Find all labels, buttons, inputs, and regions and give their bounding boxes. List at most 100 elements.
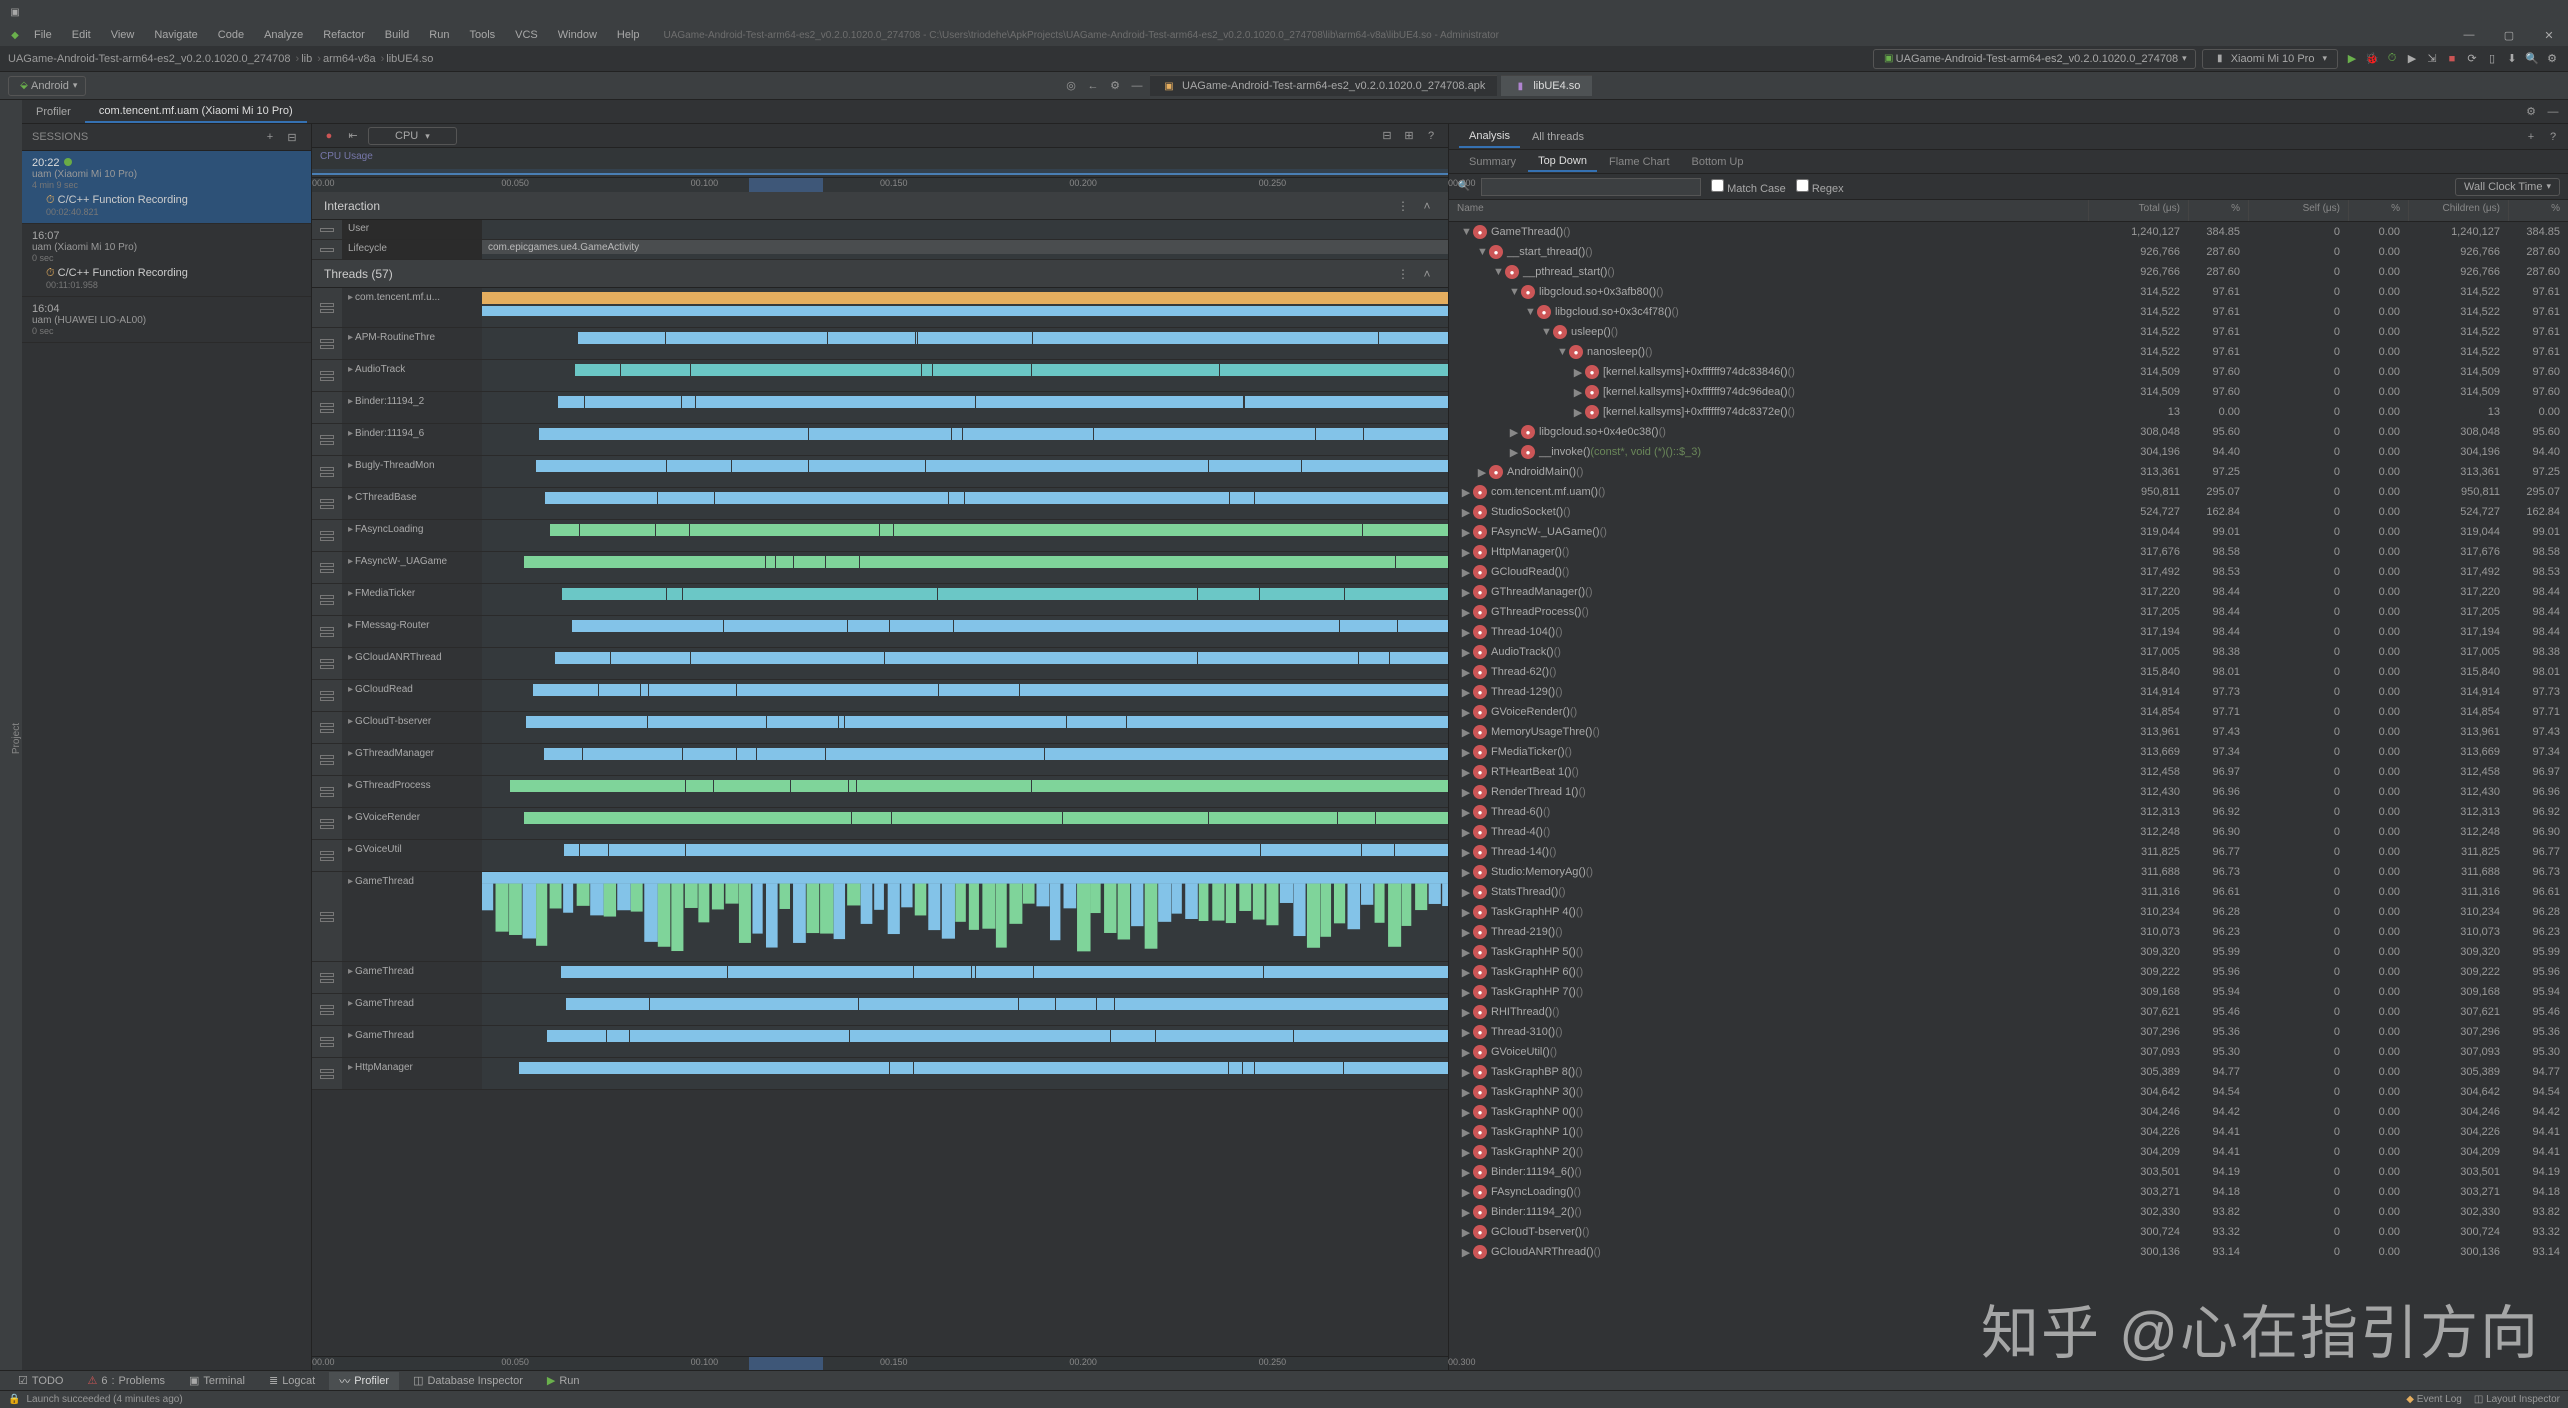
- btab-database[interactable]: ◫Database Inspector: [403, 1373, 533, 1388]
- close-button[interactable]: ✕: [2530, 29, 2568, 42]
- thread-track[interactable]: ▸GCloudANRThread: [312, 648, 1448, 680]
- tree-row[interactable]: ▶●Thread-104() () 317,19498.44 00.00 317…: [1449, 622, 2568, 642]
- match-case-check[interactable]: Match Case: [1711, 179, 1786, 195]
- collapse-icon[interactable]: ˄: [1418, 197, 1436, 215]
- tree-row[interactable]: ▼●__pthread_start() () 926,766287.60 00.…: [1449, 262, 2568, 282]
- thread-track[interactable]: ▸GCloudT-bserver: [312, 712, 1448, 744]
- tree-row[interactable]: ▶●GCloudANRThread() () 300,13693.14 00.0…: [1449, 1242, 2568, 1262]
- tree-row[interactable]: ▶●com.tencent.mf.uam() () 950,811295.07 …: [1449, 482, 2568, 502]
- col-pct[interactable]: %: [2188, 200, 2248, 221]
- tree-row[interactable]: ▶●Binder:11194_6() () 303,50194.19 00.00…: [1449, 1162, 2568, 1182]
- tree-row[interactable]: ▶●Thread-4() () 312,24896.90 00.00 312,2…: [1449, 822, 2568, 842]
- regex-check[interactable]: Regex: [1796, 179, 1844, 195]
- tree-row[interactable]: ▶●libgcloud.so+0x4e0c38() () 308,04895.6…: [1449, 422, 2568, 442]
- btab-run[interactable]: ▶Run: [537, 1373, 590, 1388]
- menu-file[interactable]: File: [26, 27, 60, 43]
- menu-vcs[interactable]: VCS: [507, 27, 546, 43]
- thread-track[interactable]: ▸CThreadBase: [312, 488, 1448, 520]
- tree-row[interactable]: ▼●__start_thread() () 926,766287.60 00.0…: [1449, 242, 2568, 262]
- thread-track[interactable]: ▸AudioTrack: [312, 360, 1448, 392]
- collapse-icon[interactable]: ⊟: [283, 128, 301, 146]
- coverage-icon[interactable]: ▶: [2404, 51, 2420, 67]
- tree-row[interactable]: ▶●AndroidMain() () 313,36197.25 00.00 31…: [1449, 462, 2568, 482]
- thread-track[interactable]: ▸com.tencent.mf.u...: [312, 288, 1448, 328]
- collapse-all-icon[interactable]: ⊟: [1378, 127, 1396, 145]
- menu-navigate[interactable]: Navigate: [146, 27, 205, 43]
- section-threads-header[interactable]: Threads (57) ⋮˄: [312, 260, 1448, 288]
- more-icon[interactable]: ⋮: [1394, 265, 1412, 283]
- tab-analysis[interactable]: Analysis: [1459, 126, 1520, 148]
- gear-icon[interactable]: ⚙: [1106, 77, 1124, 95]
- more-icon[interactable]: ⋮: [1394, 197, 1412, 215]
- btab-problems[interactable]: ⚠6: Problems: [77, 1373, 175, 1388]
- thread-track[interactable]: ▸Binder:11194_2: [312, 392, 1448, 424]
- target-icon[interactable]: ◎: [1062, 77, 1080, 95]
- time-mode-select[interactable]: Wall Clock Time ▾: [2455, 178, 2560, 196]
- col-pct[interactable]: %: [2508, 200, 2568, 221]
- tree-row[interactable]: ▶●RHIThread() () 307,62195.46 00.00 307,…: [1449, 1002, 2568, 1022]
- tree-row[interactable]: ▶●Thread-219() () 310,07396.23 00.00 310…: [1449, 922, 2568, 942]
- thread-track[interactable]: ▸Bugly-ThreadMon: [312, 456, 1448, 488]
- section-interaction-header[interactable]: Interaction ⋮˄: [312, 192, 1448, 220]
- tree-row[interactable]: ▶●TaskGraphHP 4() () 310,23496.28 00.00 …: [1449, 902, 2568, 922]
- session-item[interactable]: 20:22uam (Xiaomi Mi 10 Pro)4 min 9 sec⏱ …: [22, 151, 311, 224]
- btab-todo[interactable]: ☑TODO: [8, 1373, 73, 1388]
- btab-logcat[interactable]: ≣Logcat: [259, 1373, 325, 1388]
- thread-track[interactable]: ▸GVoiceRender: [312, 808, 1448, 840]
- thread-track[interactable]: ▸GameThread: [312, 1026, 1448, 1058]
- tree-row[interactable]: ▶●RTHeartBeat 1() () 312,45896.97 00.00 …: [1449, 762, 2568, 782]
- breadcrumb-item[interactable]: arm64-v8a: [323, 53, 384, 65]
- prev-icon[interactable]: ⇤: [344, 127, 362, 145]
- subtab-bottomup[interactable]: Bottom Up: [1682, 153, 1754, 171]
- tree-row[interactable]: ▶●[kernel.kallsyms]+0xffffff974dc8372e()…: [1449, 402, 2568, 422]
- breadcrumb-item[interactable]: libUE4.so: [386, 53, 435, 65]
- tree-row[interactable]: ▶●StatsThread() () 311,31696.61 00.00 31…: [1449, 882, 2568, 902]
- tree-row[interactable]: ▶●TaskGraphNP 3() () 304,64294.54 00.00 …: [1449, 1082, 2568, 1102]
- tree-row[interactable]: ▶●GCloudT-bserver() () 300,72493.32 00.0…: [1449, 1222, 2568, 1242]
- view-select[interactable]: CPU ▾: [368, 127, 457, 145]
- tree-row[interactable]: ▶●GVoiceUtil() () 307,09395.30 00.00 307…: [1449, 1042, 2568, 1062]
- tab-profiler[interactable]: Profiler: [22, 102, 85, 122]
- breadcrumb-item[interactable]: lib: [301, 53, 321, 65]
- menu-run[interactable]: Run: [421, 27, 457, 43]
- cpu-usage-strip[interactable]: CPU Usage: [312, 148, 1448, 178]
- tree-row[interactable]: ▼●libgcloud.so+0x3c4f78() () 314,52297.6…: [1449, 302, 2568, 322]
- col-name[interactable]: Name: [1449, 200, 2088, 221]
- time-ruler[interactable]: 00.0000.05000.10000.15000.20000.25000.30…: [312, 178, 1448, 192]
- platform-dropdown[interactable]: ⬙ Android ▾: [8, 76, 86, 96]
- tree-row[interactable]: ▶●Studio:MemoryAg() () 311,68896.73 00.0…: [1449, 862, 2568, 882]
- thread-track[interactable]: ▸GVoiceUtil: [312, 840, 1448, 872]
- minimize-button[interactable]: —: [2450, 29, 2488, 42]
- expand-analysis-icon[interactable]: +: [2522, 128, 2540, 146]
- tree-row[interactable]: ▶●MemoryUsageThre() () 313,96197.43 00.0…: [1449, 722, 2568, 742]
- lane[interactable]: com.epicgames.ue4.GameActivity: [482, 240, 1448, 259]
- sync-icon[interactable]: ⟳: [2464, 51, 2480, 67]
- gear-icon[interactable]: ⚙: [2522, 103, 2540, 121]
- btab-profiler[interactable]: 〰Profiler: [329, 1372, 399, 1390]
- thread-track[interactable]: ▸FAsyncW-_UAGame: [312, 552, 1448, 584]
- stop-icon[interactable]: ■: [2444, 51, 2460, 67]
- thread-track[interactable]: ▸GameThread: [312, 994, 1448, 1026]
- help-icon[interactable]: ?: [1422, 127, 1440, 145]
- thread-track[interactable]: ▸APM-RoutineThre: [312, 328, 1448, 360]
- debug-icon[interactable]: 🐞: [2364, 51, 2380, 67]
- thread-track[interactable]: ▸GCloudRead: [312, 680, 1448, 712]
- tree-row[interactable]: ▶●GVoiceRender() () 314,85497.71 00.00 3…: [1449, 702, 2568, 722]
- col-total[interactable]: Total (μs): [2088, 200, 2188, 221]
- session-item[interactable]: 16:07uam (Xiaomi Mi 10 Pro)0 sec⏱ C/C++ …: [22, 224, 311, 297]
- btab-terminal[interactable]: ▣Terminal: [179, 1373, 255, 1388]
- subtab-flame[interactable]: Flame Chart: [1599, 153, 1680, 171]
- tree-row[interactable]: ▶●StudioSocket() () 524,727162.84 00.00 …: [1449, 502, 2568, 522]
- gutter-project[interactable]: Project: [11, 723, 22, 754]
- tree-row[interactable]: ▶●GThreadManager() () 317,22098.44 00.00…: [1449, 582, 2568, 602]
- tab-all-threads[interactable]: All threads: [1522, 127, 1594, 147]
- layout-inspector-button[interactable]: ◫ Layout Inspector: [2474, 1394, 2560, 1405]
- minus-icon[interactable]: —: [1128, 77, 1146, 95]
- tree-rows[interactable]: ▼●GameThread() () 1,240,127384.85 00.00 …: [1449, 222, 2568, 1370]
- thread-track[interactable]: ▸GameThread: [312, 872, 1448, 962]
- tree-row[interactable]: ▶●Thread-6() () 312,31396.92 00.00 312,3…: [1449, 802, 2568, 822]
- menu-analyze[interactable]: Analyze: [256, 27, 311, 43]
- event-log-button[interactable]: ◆ Event Log: [2406, 1394, 2462, 1405]
- tree-row[interactable]: ▶●__invoke() (const*, void (*)()::$_3) 3…: [1449, 442, 2568, 462]
- subtab-topdown[interactable]: Top Down: [1528, 152, 1597, 172]
